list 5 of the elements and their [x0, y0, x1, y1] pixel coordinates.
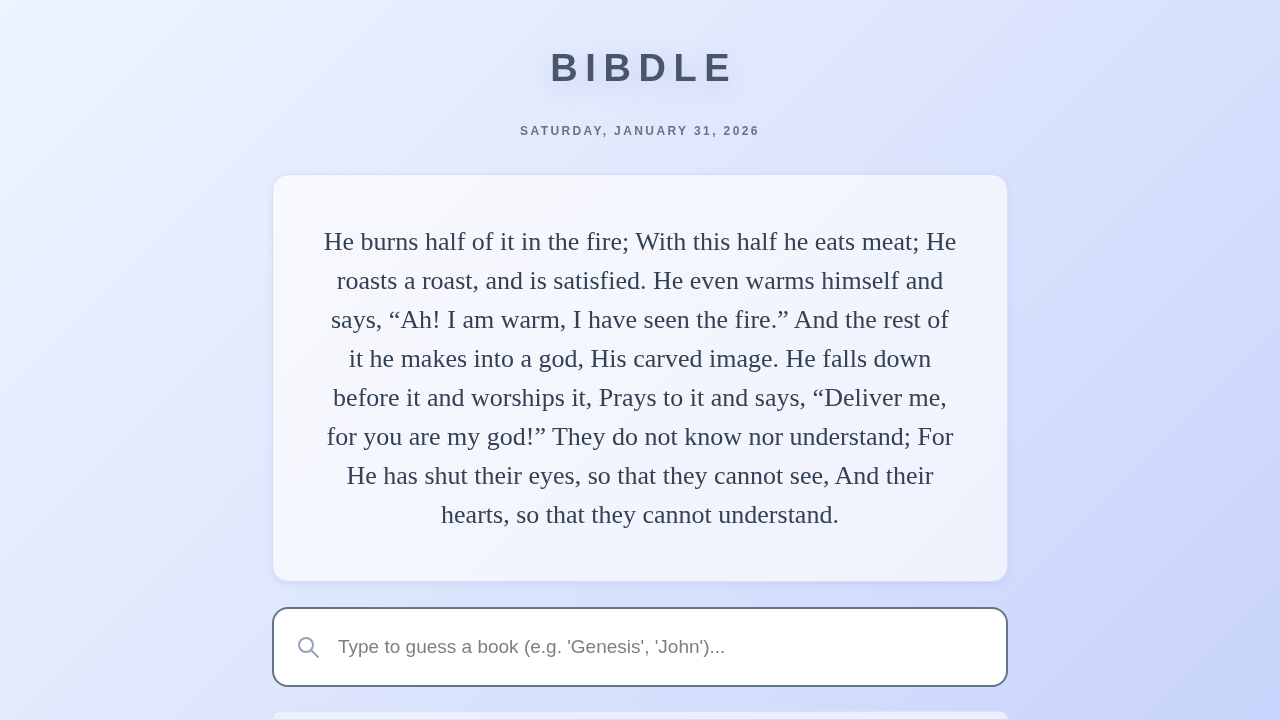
guess-field[interactable]: Type to guess a book (e.g. 'Genesis', 'John')...: [272, 607, 1008, 687]
verse-text: He burns half of it in the fire; With this half he eats meat; He roasts a roast, and is satisfied. He even warms himself and says, “Ah! I am warm, I have seen the fire.” And the rest of it he makes into a god, His carved image. He falls down before it and worships it, Prays to it and says, “Deliver me, for you are my god!” They do not know nor understand; For He has shut their eyes, so that they cannot see, And their hearts, so that they cannot understand.: [323, 226, 957, 531]
app-title: BIBDLE: [550, 46, 738, 91]
search-icon: [296, 635, 320, 659]
date-label: SATURDAY, JANUARY 31, 2026: [520, 124, 760, 138]
